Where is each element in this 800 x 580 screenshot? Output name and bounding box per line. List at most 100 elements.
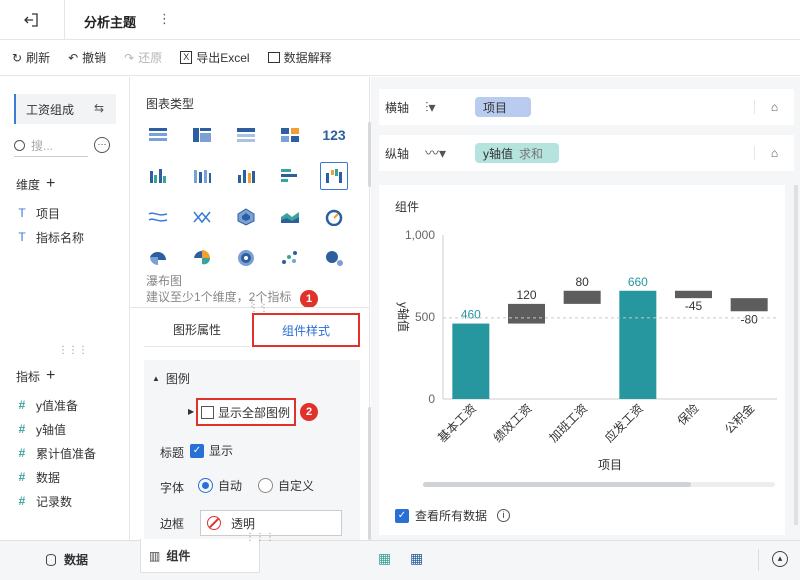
- exit-icon[interactable]: [22, 11, 40, 29]
- measure-item[interactable]: # 记录数: [0, 489, 130, 513]
- number-field-icon: #: [18, 470, 26, 484]
- data-label: 660: [628, 275, 648, 289]
- scrollbar[interactable]: [794, 185, 798, 525]
- measure-item[interactable]: # 累计值准备: [0, 441, 130, 465]
- expand-icon[interactable]: ▶: [188, 407, 194, 416]
- view-all-checkbox[interactable]: ✓: [395, 508, 409, 523]
- scatter-chart-icon[interactable]: [276, 244, 304, 272]
- number-chart-icon[interactable]: 123: [320, 121, 348, 149]
- waterfall-bar: [452, 323, 490, 399]
- bottom-bar: 数据 ▥ 组件 ⋮⋮⋮ ▦ ▦ ▴: [0, 532, 800, 580]
- add-dashboard-icon[interactable]: ▦: [410, 550, 423, 567]
- cross-table-icon[interactable]: [188, 121, 216, 149]
- y-axis-title: y轴值: [396, 302, 411, 332]
- info-icon[interactable]: i: [497, 509, 511, 522]
- resize-handle[interactable]: ⋮⋮: [249, 303, 269, 314]
- y-axis-label: 纵轴: [385, 146, 410, 161]
- x-axis-title: 项目: [598, 458, 622, 472]
- font-auto-radio[interactable]: [198, 478, 213, 493]
- lock-icon[interactable]: ⌂: [754, 100, 794, 114]
- area-chart-icon[interactable]: [276, 203, 304, 231]
- y-tick-label: 1,000: [405, 228, 435, 242]
- x-tick-label: 保险: [674, 401, 702, 429]
- x-tick-label: 应发工资: [601, 401, 646, 446]
- tab-component-style[interactable]: 组件样式: [252, 313, 360, 347]
- marker-badge: 1: [300, 290, 318, 308]
- y-axis-field-pill[interactable]: y轴值 求和: [475, 143, 559, 163]
- add-component-icon[interactable]: ▦: [378, 550, 391, 567]
- export-excel-button[interactable]: X 导出Excel: [180, 49, 250, 66]
- resize-handle[interactable]: ⋮⋮⋮: [58, 345, 88, 356]
- kpi-card-icon[interactable]: [276, 121, 304, 149]
- table-chart-icon[interactable]: [144, 121, 172, 149]
- refresh-button[interactable]: ↻ 刷新: [12, 49, 50, 66]
- database-icon: [46, 553, 56, 566]
- font-custom-radio[interactable]: [258, 478, 273, 493]
- horizontal-scrollbar[interactable]: [423, 482, 775, 487]
- rose-chart-icon[interactable]: [188, 244, 216, 272]
- field-panel: 工资组成 ⇆ 搜... ··· 维度 + T 项目 T 指标名称 ⋮⋮⋮ 指标 + …: [0, 77, 130, 540]
- border-label: 边框: [160, 517, 185, 531]
- bar-chart-icon[interactable]: [232, 162, 260, 190]
- collapse-up-icon[interactable]: ▴: [772, 551, 788, 567]
- marker-badge: 2: [300, 403, 318, 421]
- top-bar: 分析主题 ⋮: [0, 0, 800, 40]
- dimension-item[interactable]: T 项目: [0, 201, 130, 225]
- lock-icon[interactable]: ⌂: [754, 146, 794, 160]
- undo-button[interactable]: ↶ 撤销: [68, 49, 106, 66]
- resize-handle[interactable]: ⋮⋮⋮: [245, 532, 275, 543]
- data-explain-button[interactable]: 数据解释: [267, 49, 332, 66]
- measure-item[interactable]: # y值准备: [0, 393, 130, 417]
- stacked-bar-icon[interactable]: [188, 162, 216, 190]
- grouped-bar-icon[interactable]: [144, 162, 172, 190]
- tab-data[interactable]: 数据: [46, 551, 88, 568]
- waterfall-bar: [563, 290, 601, 304]
- show-all-legend-checkbox[interactable]: [201, 405, 214, 419]
- add-measure-icon[interactable]: +: [46, 367, 55, 385]
- switch-table-icon[interactable]: ⇆: [94, 101, 104, 115]
- line-chart-icon[interactable]: [144, 203, 172, 231]
- undo-icon: ↶: [68, 50, 79, 65]
- tab-graph-properties[interactable]: 图形属性: [144, 313, 250, 347]
- bubble-chart-icon[interactable]: [320, 244, 348, 272]
- data-label: 120: [516, 288, 536, 302]
- redo-button[interactable]: ↷ 还原: [124, 49, 162, 66]
- show-all-legend-option[interactable]: 显示全部图例: [196, 398, 296, 426]
- scatter-line-icon[interactable]: [188, 203, 216, 231]
- chart-explain-icon: [267, 52, 280, 63]
- data-label: 460: [461, 308, 481, 322]
- more-icon[interactable]: ⋮: [158, 11, 171, 27]
- font-label: 字体: [160, 481, 185, 495]
- measure-item[interactable]: # y轴值: [0, 417, 130, 441]
- add-dimension-icon[interactable]: +: [46, 175, 55, 193]
- more-options-icon[interactable]: ···: [94, 137, 110, 153]
- radar-chart-icon[interactable]: [232, 203, 260, 231]
- sunburst-chart-icon[interactable]: [232, 244, 260, 272]
- data-label: -45: [685, 299, 703, 313]
- number-field-icon: #: [18, 446, 26, 460]
- y-axis-type-icon[interactable]: 〰▾: [425, 143, 463, 163]
- chart-card: 组件 1,000 500 0 y轴值 460 基本工资 120 绩效工资 80 加班工资 660 应发…: [249, 185, 785, 535]
- pie-chart-icon[interactable]: [144, 244, 172, 272]
- dimension-item[interactable]: T 指标名称: [0, 225, 130, 249]
- view-all-label: 查看所有数据: [415, 509, 488, 523]
- detail-table-icon[interactable]: [232, 121, 260, 149]
- style-settings: ▲ 图例 ▶ 显示全部图例 2 标题 ✓ 显示 字体 自动 自定义 边框 透明: [144, 360, 360, 540]
- collapse-icon[interactable]: ▲: [152, 374, 160, 383]
- x-tick-label: 公积金: [721, 401, 757, 437]
- title-show-checkbox[interactable]: ✓: [190, 443, 204, 458]
- search-input[interactable]: 搜...: [31, 137, 53, 154]
- y-axis-shelf: 纵轴 〰▾ y轴值 求和 ⌂: [379, 135, 794, 171]
- tab-component[interactable]: ▥ 组件: [140, 539, 260, 573]
- x-axis-type-icon[interactable]: ⫶▾: [425, 99, 463, 116]
- measure-item[interactable]: # 数据: [0, 465, 130, 489]
- waterfall-chart-icon[interactable]: [320, 162, 348, 190]
- x-tick-label: 绩效工资: [490, 401, 535, 446]
- x-axis-field-pill[interactable]: 项目: [475, 97, 531, 117]
- chart-type-grid: 123: [144, 121, 360, 272]
- number-field-icon: #: [18, 398, 26, 412]
- gauge-chart-icon[interactable]: [320, 203, 348, 231]
- y-tick-label: 500: [415, 310, 435, 324]
- horizontal-bar-icon[interactable]: [276, 162, 304, 190]
- x-axis-shelf: 横轴 ⫶▾ 项目 ⌂: [379, 89, 794, 125]
